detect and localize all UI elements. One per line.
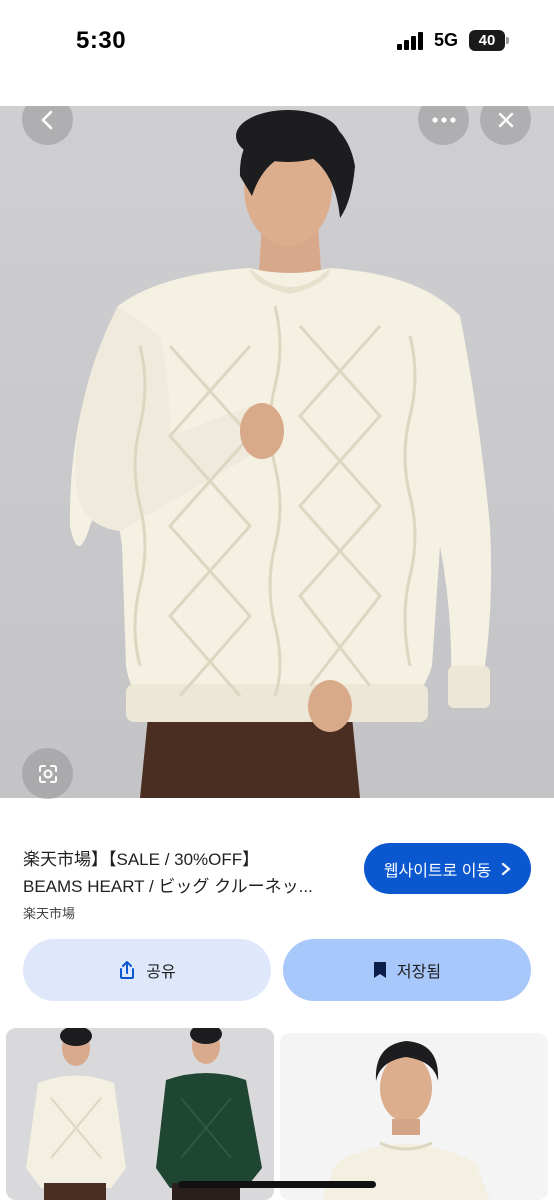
share-label: 공유 [146,964,176,981]
product-title[interactable]: 楽天市場】【SALE / 30%OFF】 BEAMS HEART / ビッグ ク… [23,846,358,900]
network-type: 5G [434,30,459,50]
status-bar: 5:30 5G 40 [0,0,554,90]
saved-label: 저장됨 [396,964,442,981]
product-image[interactable] [0,106,554,798]
chevron-left-icon [41,110,52,129]
bookmark-filled-icon [373,962,386,978]
battery-tip [506,37,509,44]
source-site: 楽天市場 [23,906,76,921]
more-horizontal-icon [431,116,456,123]
google-lens-button[interactable] [22,748,73,799]
status-time: 5:30 [76,27,127,54]
related-image-thumbnail[interactable] [280,1033,548,1200]
two-sweaters-photo [6,1028,274,1200]
cellular-signal-icon [397,32,425,50]
close-icon [498,112,513,127]
product-title-line-1: 楽天市場】【SALE / 30%OFF】 [23,850,260,869]
saved-button[interactable]: 저장됨 [283,939,531,1001]
battery-icon: 40 [469,30,505,51]
visit-website-button[interactable]: 웹사이트로 이동 [364,843,531,894]
share-button[interactable]: 공유 [23,939,271,1001]
sweater-photo [69,110,492,798]
related-image-thumbnail[interactable] [6,1028,274,1200]
share-icon [120,961,135,979]
visit-website-label: 웹사이트로 이동 [383,862,492,880]
model-portrait-photo [280,1033,548,1200]
lens-search-icon [38,764,57,783]
home-indicator [178,1181,376,1188]
chevron-right-icon [502,862,511,875]
product-title-line-2: BEAMS HEART / ビッグ クルーネッ... [23,877,313,896]
